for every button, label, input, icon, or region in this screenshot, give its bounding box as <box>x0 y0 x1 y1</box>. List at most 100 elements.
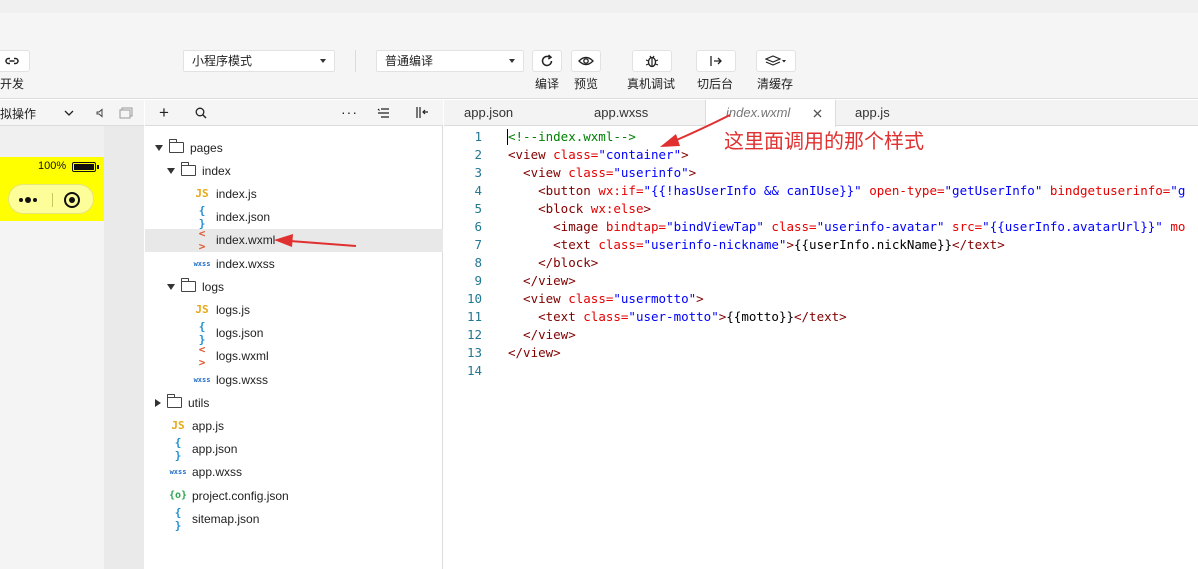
phone-nav-bar <box>0 177 104 221</box>
tree-file-item[interactable]: < > index.wxml <box>145 227 443 254</box>
code-token: "g <box>1170 183 1186 198</box>
js-file-icon: JS <box>195 303 209 317</box>
file-explorer: + ··· pages index JS index.js { } index.json <… <box>145 100 443 569</box>
code-token: <view <box>508 147 554 162</box>
tree-file-item[interactable]: { } sitemap.json <box>145 505 443 532</box>
tree-file-item[interactable]: { } app.json <box>145 436 443 463</box>
code-editor: app.json app.wxss index.wxml app.js 1 <!-… <box>444 100 1198 569</box>
folder-icon <box>181 278 196 293</box>
tab-index-wxml[interactable]: index.wxml <box>705 100 836 127</box>
battery-icon <box>72 162 99 172</box>
chevron-down-icon[interactable] <box>155 144 163 151</box>
code-text: <!--index.wxml--> <box>508 128 636 146</box>
preview-button[interactable] <box>571 50 601 72</box>
annotation-text: 这里面调用的那个样式 <box>724 129 924 153</box>
collapse-list-icon[interactable] <box>377 108 390 118</box>
phone-content <box>0 221 104 569</box>
clear-cache-button[interactable] <box>756 50 796 72</box>
chevron-right-icon[interactable] <box>155 398 161 407</box>
tab-label: app.json <box>464 105 514 120</box>
toolbar-divider <box>355 50 356 72</box>
tab-app-json[interactable]: app.json <box>464 100 584 126</box>
tree-file-item[interactable]: JS logs.js <box>145 298 443 321</box>
tree-file-item[interactable]: JS index.js <box>145 182 443 205</box>
code-text: <button wx:if="{{!hasUserInfo && canIUse… <box>508 182 1185 200</box>
link-icon <box>5 57 19 65</box>
clear-cache-label: 清缓存 <box>757 77 794 91</box>
tree-folder-logs[interactable]: logs <box>145 275 443 298</box>
tree-file-item[interactable]: wxss app.wxss <box>145 461 443 484</box>
editor-tabs: app.json app.wxss index.wxml app.js <box>444 100 1198 127</box>
wxml-file-icon: < > <box>198 227 206 254</box>
tree-folder-utils[interactable]: utils <box>145 391 443 414</box>
tab-label: app.js <box>855 105 890 120</box>
cloud-dev-button[interactable] <box>0 50 30 72</box>
tree-file-item[interactable]: wxss logs.wxss <box>145 368 443 391</box>
tree-folder-pages[interactable]: pages <box>145 136 443 159</box>
tree-item-label: logs <box>202 279 225 294</box>
tree-item-label: project.config.json <box>192 488 289 503</box>
close-icon[interactable] <box>813 109 822 118</box>
tree-file-item[interactable]: wxss index.wxss <box>145 252 443 275</box>
split-panel-icon[interactable] <box>415 106 429 119</box>
tab-app-wxss[interactable]: app.wxss <box>594 100 704 126</box>
add-icon[interactable]: + <box>159 104 169 121</box>
code-token: > <box>696 291 704 306</box>
json-file-icon: { } <box>174 436 182 463</box>
code-token: "userinfo-avatar" <box>816 219 945 234</box>
tree-item-label: app.json <box>192 442 238 457</box>
device-debug-button[interactable] <box>632 50 672 72</box>
menu-capsule[interactable] <box>8 184 94 214</box>
code-token: "{{!hasUserInfo && canIUse}}" <box>643 183 862 198</box>
tree-file-item[interactable]: < > logs.wxml <box>145 343 443 369</box>
json-file-icon: { } <box>198 204 206 231</box>
code-token: "userinfo-nickname" <box>643 237 787 252</box>
tree-item-label: logs.js <box>216 302 251 317</box>
preview-label: 预览 <box>574 77 599 91</box>
code-token: </view> <box>508 345 561 360</box>
code-text: </view> <box>508 272 576 290</box>
code-token: <view <box>508 291 569 306</box>
more-icon[interactable] <box>19 197 41 203</box>
tab-label: app.wxss <box>594 105 649 120</box>
code-text: <view class="userinfo"> <box>508 164 696 182</box>
speaker-icon[interactable] <box>95 108 105 118</box>
tree-file-item[interactable]: {o} project.config.json <box>145 484 443 507</box>
line-number: 13 <box>466 345 482 360</box>
more-icon[interactable]: ··· <box>341 104 358 120</box>
compile-button[interactable] <box>532 50 562 72</box>
code-text: <text class="userinfo-nickname">{{userIn… <box>508 236 1005 254</box>
switch-icon <box>710 56 722 66</box>
cfg-file-icon: {o} <box>169 490 188 501</box>
code-token: bindgetuserinfo= <box>1042 183 1171 198</box>
tree-item-label: index.wxml <box>216 233 276 248</box>
wxss-file-icon: wxss <box>169 468 187 477</box>
title-strip <box>0 0 1198 13</box>
background-button[interactable] <box>696 50 736 72</box>
compile-select[interactable]: 普通编译 <box>376 50 524 72</box>
refresh-icon <box>541 54 553 67</box>
search-icon[interactable] <box>195 107 207 119</box>
line-number: 2 <box>474 147 482 162</box>
line-number: 6 <box>474 219 482 234</box>
code-token: > <box>643 201 652 216</box>
line-number: 8 <box>474 255 482 270</box>
tree-file-item[interactable]: { } logs.json <box>145 320 443 346</box>
target-icon[interactable] <box>64 192 80 208</box>
chevron-down-icon[interactable] <box>167 283 175 290</box>
tab-label: index.wxml <box>726 105 791 120</box>
toolbar: 云开发 小程序模式 普通编译 编译 预览 真机调试 切后台 清缓存 <box>0 13 1198 99</box>
window-icon[interactable] <box>119 107 133 119</box>
mode-select[interactable]: 小程序模式 <box>183 50 335 72</box>
json-file-icon: { } <box>174 505 182 532</box>
tree-folder-index[interactable]: index <box>145 159 443 182</box>
simulate-op-label[interactable]: 模拟操作 <box>0 105 36 122</box>
tab-app-js[interactable]: app.js <box>855 100 955 126</box>
tree-item-label: index.json <box>216 210 271 225</box>
chevron-down-icon[interactable] <box>64 109 74 117</box>
tree-file-item[interactable]: { } index.json <box>145 204 443 231</box>
tree-file-item[interactable]: JS app.js <box>145 414 443 437</box>
code-token: "usermotto" <box>613 291 697 306</box>
code-text: </view> <box>508 344 561 362</box>
chevron-down-icon[interactable] <box>167 167 175 174</box>
